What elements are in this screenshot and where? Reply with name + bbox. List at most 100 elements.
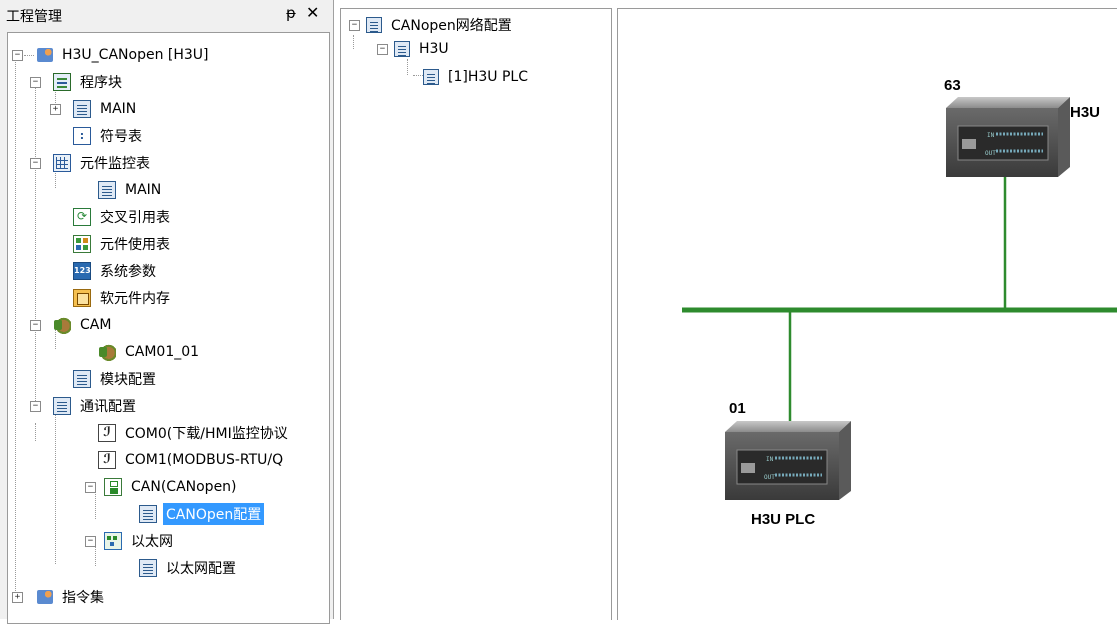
tree-item-soft-memory[interactable]: 软元件内存: [50, 286, 173, 310]
station-name: H3U: [1070, 104, 1100, 121]
collapse-icon[interactable]: −: [85, 535, 96, 547]
tree-item-label: 以太网: [131, 534, 173, 550]
tree-item-label: 符号表: [100, 129, 142, 145]
document-icon: [139, 505, 157, 523]
tree-item-comm-config[interactable]: − 通讯配置: [30, 394, 139, 418]
tree-item-monitor-table[interactable]: − 元件监控表: [30, 151, 153, 175]
tree-item-label: COM0(下载/HMI监控协议: [125, 426, 288, 442]
svg-text:IN: IN: [987, 132, 995, 139]
network-tree-label: CANopen网络配置: [391, 18, 512, 34]
tree-item-symbol-table[interactable]: : 符号表: [50, 124, 145, 148]
collapse-icon[interactable]: −: [85, 481, 96, 493]
collapse-icon[interactable]: −: [30, 400, 41, 412]
tree-item-usage-table[interactable]: 元件使用表: [50, 232, 173, 256]
tree-item-ethernet[interactable]: − 以太网: [85, 529, 176, 553]
collapse-icon[interactable]: −: [377, 43, 388, 55]
network-tree-master[interactable]: − H3U: [377, 37, 452, 61]
system-param-icon: 123: [73, 262, 91, 280]
tree-item-system-param[interactable]: 123 系统参数: [50, 259, 159, 283]
tree-item-label: CAN(CANopen): [131, 479, 237, 495]
document-icon: [423, 69, 439, 85]
tree-item-canopen-config[interactable]: CANOpen配置: [105, 502, 265, 526]
tree-item-label: 系统参数: [100, 264, 156, 280]
tree-item-label: 指令集: [62, 590, 104, 606]
tree-item-label: COM1(MODBUS-RTU/Q: [125, 452, 284, 468]
tree-item-project-root[interactable]: − H3U_CANopen [H3U]: [12, 43, 212, 67]
tree-item-label: CAM01_01: [125, 344, 200, 360]
can-icon: [104, 478, 122, 496]
network-tree-panel: − CANopen网络配置 − H3U [1]H3U PLC: [340, 8, 612, 620]
com-port-icon: ℐ: [98, 451, 116, 469]
tree-item-label: H3U_CANopen [H3U]: [62, 47, 209, 63]
tree-item-instruction-set[interactable]: + 指令集: [12, 585, 107, 609]
network-tree-slave[interactable]: [1]H3U PLC: [423, 65, 531, 89]
pin-icon[interactable]: ᵽ: [286, 4, 296, 22]
tree-item-label: 元件使用表: [100, 237, 170, 253]
network-canvas[interactable]: 63 IN OUT H3U 01 IN OUT H3U PLC: [617, 8, 1117, 620]
collapse-icon[interactable]: −: [349, 19, 360, 31]
expand-icon[interactable]: +: [12, 591, 23, 603]
tree-item-cam[interactable]: − CAM: [30, 313, 114, 337]
tree-item-label: CANOpen配置: [163, 503, 265, 525]
ethernet-icon: [104, 532, 122, 550]
tree-item-label: MAIN: [125, 182, 162, 198]
tree-item-label: CAM: [80, 317, 112, 333]
tree-item-cam01[interactable]: CAM01_01: [70, 340, 202, 364]
station-h3u-plc[interactable]: 01 IN OUT H3U PLC: [725, 400, 851, 528]
station-name: H3U PLC: [751, 511, 815, 528]
tree-item-label: MAIN: [100, 101, 137, 117]
tree-item-main-program[interactable]: + MAIN: [50, 97, 139, 121]
project-management-panel: 工程管理 ᵽ ✕ − H3U_CANopen [H3U] − 程序块 + MAI…: [0, 0, 334, 624]
symbol-table-icon: :: [73, 127, 91, 145]
tree-item-label: 模块配置: [100, 372, 156, 388]
program-block-icon: [53, 73, 71, 91]
expand-icon[interactable]: +: [50, 103, 61, 115]
network-tree-label: [1]H3U PLC: [448, 69, 528, 85]
collapse-icon[interactable]: −: [12, 49, 23, 61]
document-icon: [73, 370, 91, 388]
document-icon: [73, 100, 91, 118]
document-icon: [366, 17, 382, 33]
cam-icon: [98, 343, 116, 361]
tree-item-program-block[interactable]: − 程序块: [30, 70, 125, 94]
plc-device-icon: IN OUT: [946, 97, 1070, 177]
network-tree-root[interactable]: − CANopen网络配置: [349, 13, 515, 37]
svg-text:IN: IN: [766, 456, 774, 463]
document-icon: [53, 397, 71, 415]
svg-text:OUT: OUT: [985, 150, 996, 157]
tree-item-label: 交叉引用表: [100, 210, 170, 226]
document-icon: [98, 181, 116, 199]
plc-device-icon: IN OUT: [725, 421, 851, 500]
station-h3u-master[interactable]: 63 IN OUT H3U: [944, 77, 1100, 177]
tree-item-can[interactable]: − CAN(CANopen): [85, 475, 240, 499]
close-icon[interactable]: ✕: [306, 3, 319, 22]
network-diagram: 63 IN OUT H3U 01 IN OUT H3U PLC: [682, 77, 1117, 528]
cross-reference-icon: ⟳: [73, 208, 91, 226]
tree-item-cross-reference[interactable]: ⟳ 交叉引用表: [50, 205, 173, 229]
tree-item-label: 软元件内存: [100, 291, 170, 307]
tree-item-label: 以太网配置: [166, 561, 236, 577]
project-icon: [37, 48, 53, 62]
usage-table-icon: [73, 235, 91, 253]
panel-title: 工程管理: [6, 9, 62, 25]
tree-item-label: 元件监控表: [80, 156, 150, 172]
tree-item-com0[interactable]: ℐ COM0(下载/HMI监控协议: [70, 421, 291, 445]
tree-item-main-monitor[interactable]: MAIN: [70, 178, 164, 202]
tree-item-label: 通讯配置: [80, 399, 136, 415]
network-tree-label: H3U: [419, 41, 449, 57]
tree-item-ethernet-config[interactable]: 以太网配置: [105, 556, 239, 580]
collapse-icon[interactable]: −: [30, 319, 41, 331]
project-tree: − H3U_CANopen [H3U] − 程序块 + MAIN : 符号表 −…: [7, 32, 330, 624]
com-port-icon: ℐ: [98, 424, 116, 442]
tree-item-label: 程序块: [80, 75, 122, 91]
soft-memory-icon: [73, 289, 91, 307]
collapse-icon[interactable]: −: [30, 157, 41, 169]
panel-header: 工程管理 ᵽ ✕: [0, 0, 333, 28]
collapse-icon[interactable]: −: [30, 76, 41, 88]
document-icon: [394, 41, 410, 57]
station-number: 63: [944, 77, 961, 94]
monitor-table-icon: [53, 154, 71, 172]
document-icon: [139, 559, 157, 577]
tree-item-com1[interactable]: ℐ COM1(MODBUS-RTU/Q: [70, 448, 286, 472]
tree-item-module-config[interactable]: 模块配置: [50, 367, 159, 391]
